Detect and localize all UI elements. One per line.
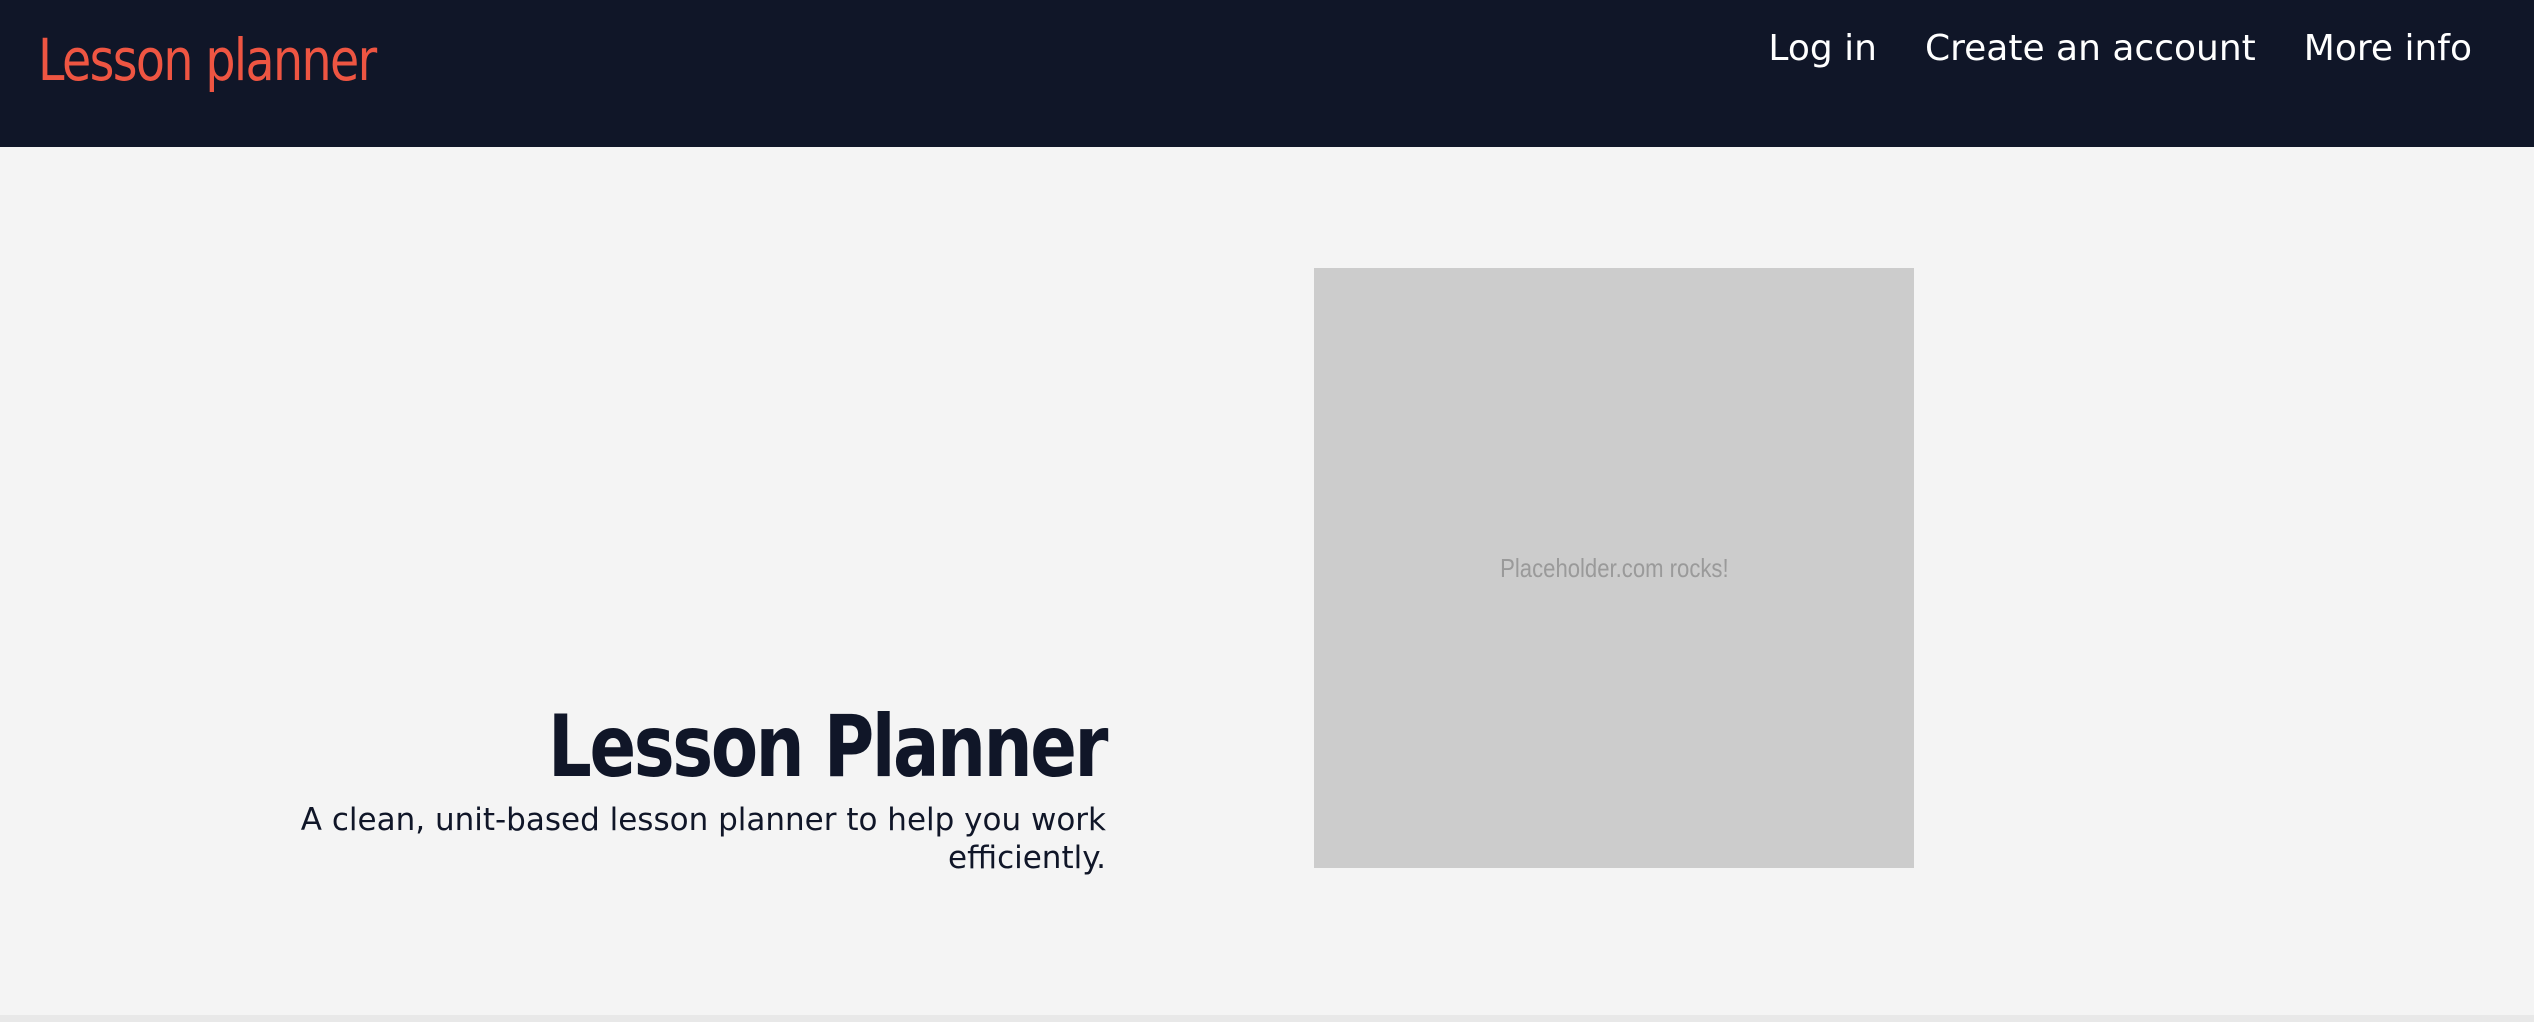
brand-logo[interactable]: Lesson planner: [38, 26, 377, 94]
hero-title: Lesson Planner: [548, 697, 1108, 797]
nav-links: Log in Create an account More info: [1768, 22, 2472, 76]
navbar: Lesson planner Log in Create an account …: [0, 0, 2534, 147]
placeholder-image-text: Placeholder.com rocks!: [1499, 552, 1729, 583]
nav-login-link[interactable]: Log in: [1768, 22, 1877, 76]
placeholder-image: Placeholder.com rocks!: [1314, 268, 1914, 868]
nav-more-info-link[interactable]: More info: [2304, 22, 2472, 76]
nav-create-account-link[interactable]: Create an account: [1925, 22, 2256, 76]
hero-subtitle: A clean, unit-based lesson planner to he…: [300, 802, 1106, 876]
hero-text: Lesson Planner A clean, unit-based lesso…: [286, 697, 1109, 877]
hero-section: Lesson Planner A clean, unit-based lesso…: [0, 147, 2534, 1015]
